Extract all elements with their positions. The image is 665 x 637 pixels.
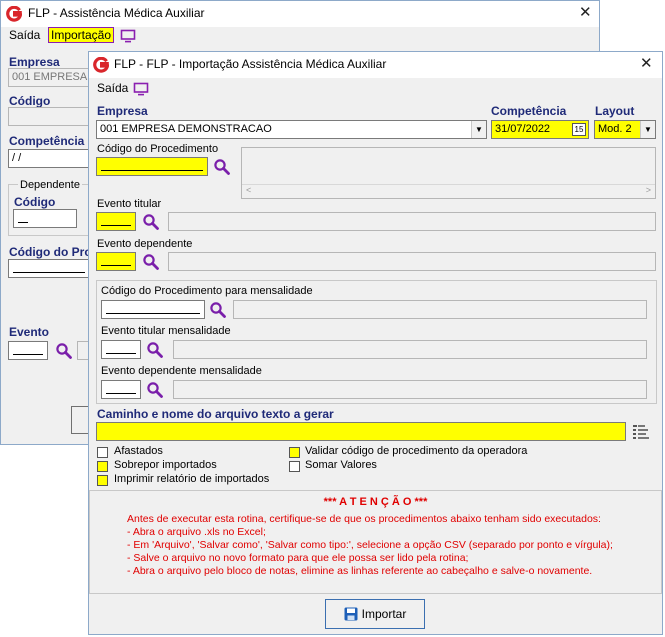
back-dependente-codigo-input[interactable] bbox=[13, 209, 77, 228]
back-window-titlebar: FLP - Assistência Médica Auxiliar ✕ bbox=[1, 1, 599, 27]
atencao-intro: Antes de executar esta rotina, certifiqu… bbox=[127, 513, 601, 525]
evento-dependente-mens-label: Evento dependente mensalidade bbox=[101, 365, 262, 377]
codigo-procedimento-search-icon[interactable] bbox=[213, 158, 231, 176]
back-close-icon[interactable]: ✕ bbox=[579, 3, 592, 21]
front-window: FLP - FLP - Importação Assistência Médic… bbox=[88, 51, 663, 635]
folder-browse-icon[interactable] bbox=[632, 424, 650, 440]
evento-titular-input[interactable] bbox=[96, 212, 136, 231]
back-competencia-field[interactable]: / / bbox=[8, 149, 90, 168]
front-close-icon[interactable]: ✕ bbox=[640, 54, 653, 72]
back-evento-search-icon[interactable] bbox=[55, 342, 73, 360]
calendar-icon[interactable]: 15 bbox=[572, 123, 586, 136]
scroll-right-icon[interactable]: > bbox=[646, 185, 651, 195]
atencao-line: - Salve o arquivo no novo formato para q… bbox=[127, 552, 469, 564]
atencao-line: - Em 'Arquivo', 'Salvar como', 'Salvar c… bbox=[127, 539, 613, 551]
evento-dependente-mens-description bbox=[173, 380, 647, 399]
back-window-title: FLP - Assistência Médica Auxiliar bbox=[28, 6, 205, 20]
front-window-title: FLP - FLP - Importação Assistência Médic… bbox=[114, 57, 387, 71]
evento-dependente-label: Evento dependente bbox=[97, 238, 193, 250]
proc-mensalidade-label: Código do Procedimento para mensalidade bbox=[101, 285, 313, 297]
somar-label: Somar Valores bbox=[305, 459, 377, 471]
evento-titular-mens-input[interactable] bbox=[101, 340, 141, 359]
caminho-label: Caminho e nome do arquivo texto a gerar bbox=[97, 407, 334, 421]
evento-dependente-input[interactable] bbox=[96, 252, 136, 271]
evento-titular-mens-description bbox=[173, 340, 647, 359]
back-dependente-codigo-label: Código bbox=[14, 195, 56, 209]
front-menu-saida[interactable]: Saída bbox=[97, 81, 128, 95]
back-evento-input[interactable] bbox=[8, 341, 48, 360]
afastados-label: Afastados bbox=[114, 445, 163, 457]
back-menu-saida[interactable]: Saída bbox=[9, 28, 40, 42]
evento-titular-search-icon[interactable] bbox=[142, 213, 160, 231]
layout-label: Layout bbox=[595, 104, 635, 118]
importar-button[interactable]: Importar bbox=[325, 599, 425, 629]
imprimir-label: Imprimir relatório de importados bbox=[114, 473, 270, 485]
imprimir-checkbox[interactable] bbox=[97, 475, 108, 486]
monitor-icon[interactable] bbox=[120, 29, 136, 43]
empresa-select[interactable]: 001 EMPRESA DEMONSTRACAO ▼ bbox=[96, 120, 487, 139]
back-codigo-label: Código bbox=[9, 94, 51, 108]
caminho-input[interactable] bbox=[96, 422, 626, 441]
back-codigo-field[interactable] bbox=[8, 107, 90, 126]
evento-dependente-search-icon[interactable] bbox=[142, 253, 160, 271]
validar-label: Validar código de procedimento da operad… bbox=[305, 445, 528, 457]
empresa-select-value: 001 EMPRESA DEMONSTRACAO bbox=[100, 123, 272, 135]
evento-dependente-mens-input[interactable] bbox=[101, 380, 141, 399]
back-evento-label: Evento bbox=[9, 325, 50, 339]
sobrepor-checkbox[interactable] bbox=[97, 461, 108, 472]
layout-select-value: Mod. 2 bbox=[598, 123, 632, 135]
back-dependente-legend: Dependente bbox=[18, 179, 82, 191]
flp-logo-icon bbox=[6, 6, 22, 22]
validar-checkbox[interactable] bbox=[289, 447, 300, 458]
proc-mensalidade-description bbox=[233, 300, 647, 319]
competencia-value: 31/07/2022 bbox=[495, 123, 551, 135]
monitor-icon[interactable] bbox=[133, 82, 149, 96]
competencia-label: Competência bbox=[491, 104, 567, 118]
codigo-procedimento-input[interactable] bbox=[96, 157, 208, 176]
back-empresa-label: Empresa bbox=[9, 55, 60, 69]
codigo-procedimento-description: < > bbox=[241, 147, 656, 199]
flp-logo-icon bbox=[93, 57, 109, 73]
evento-dependente-description bbox=[168, 252, 656, 271]
somar-checkbox[interactable] bbox=[289, 461, 300, 472]
competencia-field[interactable]: 31/07/2022 15 bbox=[491, 120, 589, 139]
scroll-left-icon[interactable]: < bbox=[246, 185, 251, 195]
sobrepor-label: Sobrepor importados bbox=[114, 459, 217, 471]
chevron-down-icon[interactable]: ▼ bbox=[640, 121, 655, 138]
atencao-line: - Abra o arquivo .xls no Excel; bbox=[127, 526, 266, 538]
afastados-checkbox[interactable] bbox=[97, 447, 108, 458]
chevron-down-icon[interactable]: ▼ bbox=[471, 121, 486, 138]
importar-label: Importar bbox=[361, 607, 407, 621]
horizontal-scrollbar[interactable]: < > bbox=[242, 184, 655, 198]
back-codigo-procedimento-input[interactable] bbox=[8, 259, 90, 278]
evento-titular-mens-search-icon[interactable] bbox=[146, 341, 164, 359]
layout-select[interactable]: Mod. 2 ▼ bbox=[594, 120, 656, 139]
evento-titular-description bbox=[168, 212, 656, 231]
back-menu-importacao[interactable]: Importação bbox=[48, 27, 115, 43]
proc-mensalidade-search-icon[interactable] bbox=[209, 301, 227, 319]
proc-mensalidade-input[interactable] bbox=[101, 300, 205, 319]
back-competencia-label: Competência bbox=[9, 134, 85, 148]
evento-titular-mens-label: Evento titular mensalidade bbox=[101, 325, 231, 337]
empresa-label: Empresa bbox=[97, 104, 148, 118]
atencao-line: - Abra o arquivo pelo bloco de notas, el… bbox=[127, 565, 593, 577]
evento-titular-label: Evento titular bbox=[97, 198, 162, 210]
back-empresa-field[interactable]: 001 EMPRESA bbox=[8, 68, 90, 87]
evento-dependente-mens-search-icon[interactable] bbox=[146, 381, 164, 399]
save-icon bbox=[344, 607, 358, 621]
codigo-procedimento-label: Código do Procedimento bbox=[97, 143, 219, 155]
atencao-title: *** A T E N Ç Ã O *** bbox=[323, 496, 428, 508]
front-window-titlebar: FLP - FLP - Importação Assistência Médic… bbox=[89, 52, 662, 78]
